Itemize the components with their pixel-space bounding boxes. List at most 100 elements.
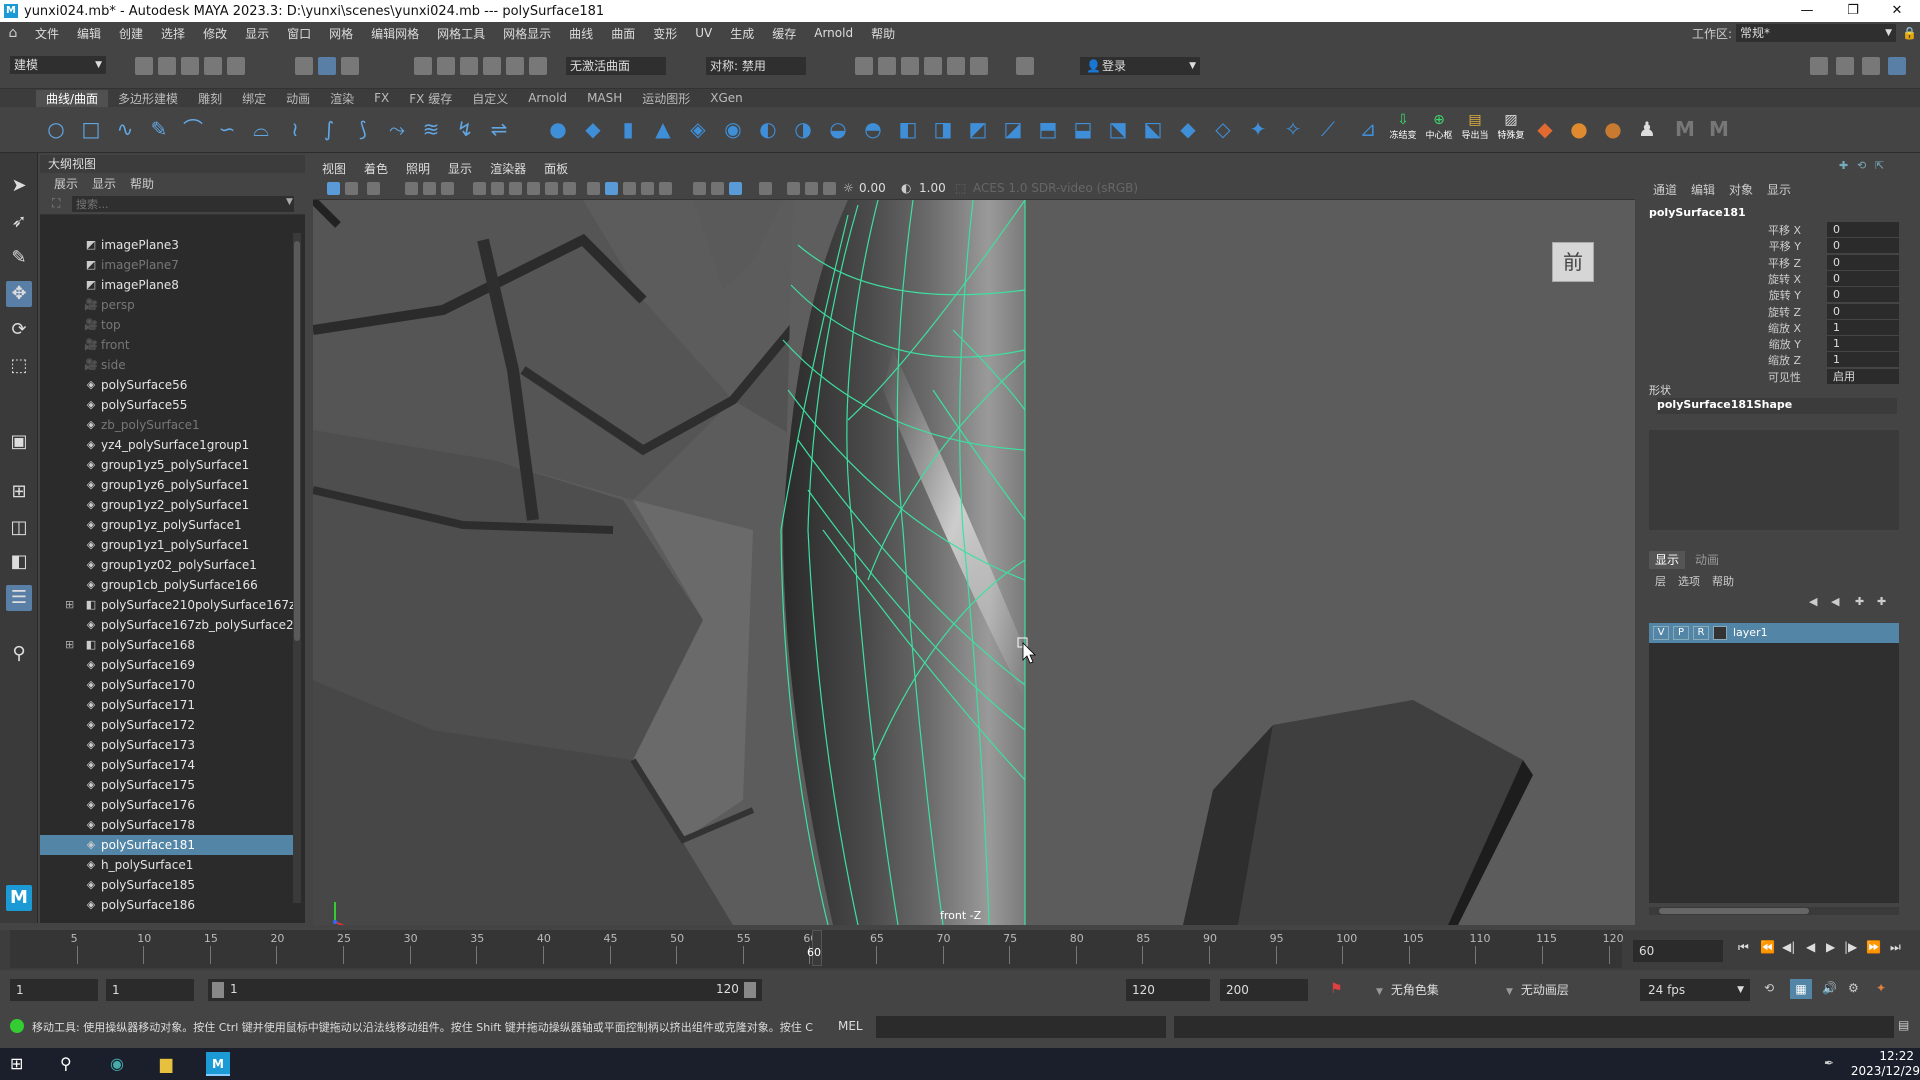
safe-action-icon[interactable] <box>563 182 576 195</box>
smooth-shade-icon[interactable] <box>605 182 618 195</box>
close-button[interactable]: ✕ <box>1874 0 1920 22</box>
hypershade-icon[interactable] <box>947 57 965 75</box>
channel-value[interactable]: 0 <box>1827 238 1899 254</box>
menu-edit[interactable]: 编辑 <box>68 25 110 42</box>
mode-dropdown[interactable]: 建模 ▼ <box>10 56 106 74</box>
outliner-item[interactable]: ◈ polySurface172 <box>40 715 295 735</box>
viewport-3d[interactable]: 前 front -Z <box>313 200 1635 925</box>
auto-key-icon[interactable]: ⚑ <box>1330 981 1343 997</box>
paint-select-icon[interactable]: ✎ <box>6 245 32 271</box>
outliner-item[interactable]: 🎥 top <box>40 315 295 335</box>
select-by-object-icon[interactable] <box>318 57 336 75</box>
channel-row[interactable]: 缩放 Z 1 <box>1635 352 1899 368</box>
menu-mesh-display[interactable]: 网格显示 <box>494 25 560 42</box>
range-start-handle[interactable] <box>212 982 224 998</box>
outliner-item[interactable]: ◈ polySurface186 <box>40 895 295 915</box>
channel-value[interactable]: 0 <box>1827 254 1899 270</box>
outliner-item[interactable]: ◩ imagePlane8 <box>40 275 295 295</box>
play-back-icon[interactable]: ◀ <box>1806 940 1815 954</box>
select-by-component-icon[interactable] <box>341 57 359 75</box>
live-surface-field[interactable]: 无激活曲面 <box>566 57 666 75</box>
pen-icon[interactable]: ✒ <box>1824 1056 1834 1070</box>
menu-display[interactable]: 显示 <box>236 25 278 42</box>
shape-name[interactable]: polySurface181Shape <box>1657 398 1897 414</box>
animation-prefs-icon[interactable]: ✦ <box>1876 981 1886 995</box>
range-slider-bar[interactable]: 1 120 <box>208 979 762 1001</box>
paint-effects-icon[interactable]: ⟋ <box>1315 116 1341 142</box>
restore-button[interactable]: ❐ <box>1830 0 1876 22</box>
gamma-field[interactable]: 1.00 <box>919 181 951 195</box>
step-back-key-icon[interactable]: ⏪ <box>1760 940 1775 954</box>
four-pane-icon[interactable]: ⊞ <box>6 479 32 505</box>
search-icon[interactable]: ⚲ <box>6 641 32 667</box>
vp-menu-view[interactable]: 视图 <box>313 160 355 177</box>
rebuild-curve-icon[interactable]: ↯ <box>452 116 478 142</box>
color-space-dropdown[interactable]: ACES 1.0 SDR-video (sRGB) <box>973 181 1153 195</box>
outliner-menu-help[interactable]: 帮助 <box>130 175 154 192</box>
menu-edit-mesh[interactable]: 编辑网格 <box>362 25 428 42</box>
film-gate-icon[interactable] <box>491 182 504 195</box>
split-pane-icon[interactable]: ◧ <box>6 549 32 575</box>
field-chart-icon[interactable] <box>545 182 558 195</box>
outliner-item[interactable]: ◈ polySurface175 <box>40 775 295 795</box>
cb-menu-edit[interactable]: 编辑 <box>1691 181 1715 198</box>
new-layer-selected-icon[interactable]: ✚ <box>1877 595 1886 608</box>
camera-attributes-icon[interactable] <box>345 182 358 195</box>
render-frame-icon[interactable] <box>878 57 896 75</box>
two-pane-icon[interactable]: ◫ <box>6 515 32 541</box>
shelf-tab-animation[interactable]: 动画 <box>276 90 320 107</box>
outliner-item[interactable]: ◈ group1yz2_polySurface1 <box>40 495 295 515</box>
xray-icon[interactable] <box>729 182 742 195</box>
channel-row[interactable]: 可见性 启用 <box>1635 368 1899 385</box>
outliner-item[interactable]: ◈ polySurface56 <box>40 375 295 395</box>
character-set-dropdown[interactable]: ▼ 无角色集 <box>1376 979 1506 1001</box>
shadows-icon[interactable] <box>693 182 706 195</box>
channel-row[interactable]: 平移 X 0 <box>1635 222 1899 238</box>
menu-deform[interactable]: 变形 <box>644 25 686 42</box>
file-explorer-icon[interactable]: ▆ <box>160 1054 172 1073</box>
menu-select[interactable]: 选择 <box>152 25 194 42</box>
extend-curve-icon[interactable]: ⤳ <box>384 116 410 142</box>
outliner-item[interactable]: ◈ group1yz1_polySurface1 <box>40 535 295 555</box>
offset-curve-icon[interactable]: ≋ <box>418 116 444 142</box>
channel-box-scrollbar[interactable] <box>1649 907 1899 915</box>
snap-curve-icon[interactable] <box>437 57 455 75</box>
nurbs-sphere-icon[interactable]: ● <box>545 116 571 142</box>
lights-icon[interactable] <box>659 182 672 195</box>
pencil-curve-icon[interactable]: ✎ <box>146 116 172 142</box>
loft-icon[interactable]: ◑ <box>790 116 816 142</box>
square-surface-icon[interactable]: ◩ <box>965 116 991 142</box>
menu-mesh-tools[interactable]: 网格工具 <box>428 25 494 42</box>
go-to-start-icon[interactable]: ⏮ <box>1738 940 1749 955</box>
outliner-item[interactable]: ◈ group1yz_polySurface1 <box>40 515 295 535</box>
menu-arnold[interactable]: Arnold <box>805 26 862 40</box>
untrim-icon[interactable]: ⬓ <box>1070 116 1096 142</box>
undo-icon[interactable] <box>204 57 222 75</box>
vp-menu-renderer[interactable]: 渲染器 <box>481 160 535 177</box>
workspace-dropdown[interactable]: 常规* ▼ <box>1736 24 1896 42</box>
outliner-item[interactable]: ◈ group1yz6_polySurface1 <box>40 475 295 495</box>
custom-tool-1-icon[interactable]: ◆ <box>1532 116 1558 142</box>
layer-menu-layers[interactable]: 层 <box>1655 573 1666 589</box>
start-icon[interactable]: ⊞ <box>10 1054 23 1073</box>
exposure-icon[interactable]: ☼ <box>843 181 854 195</box>
shelf-tab-rigging[interactable]: 绑定 <box>232 90 276 107</box>
outliner-item[interactable]: ◈ polySurface169 <box>40 655 295 675</box>
shelf-tab-arnold[interactable]: Arnold <box>518 91 577 105</box>
outliner-item[interactable]: ◈ group1yz5_polySurface1 <box>40 455 295 475</box>
minimize-button[interactable]: — <box>1784 0 1830 22</box>
outliner-item[interactable]: ◈ polySurface55 <box>40 395 295 415</box>
gamma-icon[interactable]: ◐ <box>901 181 911 195</box>
grid-toggle-icon[interactable] <box>473 182 486 195</box>
maya-taskbar-icon[interactable]: M <box>206 1052 230 1076</box>
fps-dropdown[interactable]: 24 fps ▼ <box>1640 979 1750 1001</box>
channel-row[interactable]: 平移 Z 0 <box>1635 254 1899 271</box>
layer-playback-toggle[interactable]: P <box>1673 626 1689 640</box>
anim-start-field[interactable]: 1 <box>10 979 98 1001</box>
outliner-item[interactable]: ◈ polySurface171 <box>40 695 295 715</box>
nurbs-circle-icon[interactable]: ○ <box>43 116 69 142</box>
select-tool-icon[interactable]: ➤ <box>6 173 32 199</box>
timeline-settings-icon[interactable]: ⚙ <box>1848 981 1859 995</box>
nurbs-cylinder-icon[interactable]: ▮ <box>615 116 641 142</box>
outliner-item[interactable]: ◩ imagePlane3 <box>40 235 295 255</box>
